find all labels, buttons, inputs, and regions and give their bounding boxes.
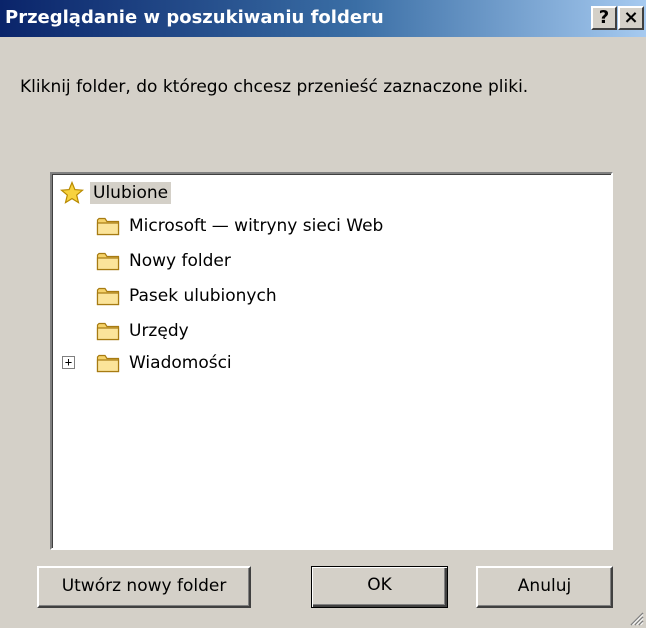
expand-toggle-wiadomosci[interactable]: + (62, 356, 75, 369)
tree-item-wiadomosci[interactable]: Wiadomości (96, 348, 235, 378)
help-button[interactable]: ? (591, 6, 617, 30)
tree-item-label: Microsoft — witryny sieci Web (129, 216, 384, 236)
folder-icon (96, 287, 120, 306)
tree-item-microsoft[interactable]: Microsoft — witryny sieci Web (96, 211, 386, 241)
tree-item-label: Nowy folder (129, 251, 231, 271)
close-button[interactable]: × (618, 6, 644, 30)
tree-item-nowy-folder[interactable]: Nowy folder (96, 246, 234, 276)
folder-icon (96, 217, 120, 236)
ok-button[interactable]: OK (311, 566, 448, 608)
title-bar[interactable]: Przeglądanie w poszukiwaniu folderu ? × (0, 0, 646, 37)
folder-icon (96, 354, 120, 373)
tree-item-ulubione[interactable]: Ulubione (60, 178, 172, 208)
new-folder-button[interactable]: Utwórz nowy folder (37, 566, 251, 608)
folder-icon (96, 322, 120, 341)
tree-item-label: Urzędy (129, 321, 189, 341)
browse-folder-dialog: Przeglądanie w poszukiwaniu folderu ? × … (0, 0, 646, 628)
tree-item-label: Wiadomości (129, 353, 232, 373)
folder-icon (96, 252, 120, 271)
cancel-button[interactable]: Anuluj (476, 566, 613, 608)
tree-item-label: Ulubione (90, 182, 172, 204)
resize-grip-icon[interactable] (628, 610, 644, 626)
tree-item-urzedy[interactable]: Urzędy (96, 316, 192, 346)
folder-tree[interactable]: Ulubione Microsoft — witryny sieci Web N… (50, 172, 613, 550)
instruction-text: Kliknij folder, do którego chcesz przeni… (20, 77, 529, 97)
tree-item-pasek-ulubionych[interactable]: Pasek ulubionych (96, 281, 280, 311)
tree-item-label: Pasek ulubionych (129, 286, 277, 306)
window-title: Przeglądanie w poszukiwaniu folderu (5, 7, 384, 28)
star-icon (60, 181, 84, 204)
